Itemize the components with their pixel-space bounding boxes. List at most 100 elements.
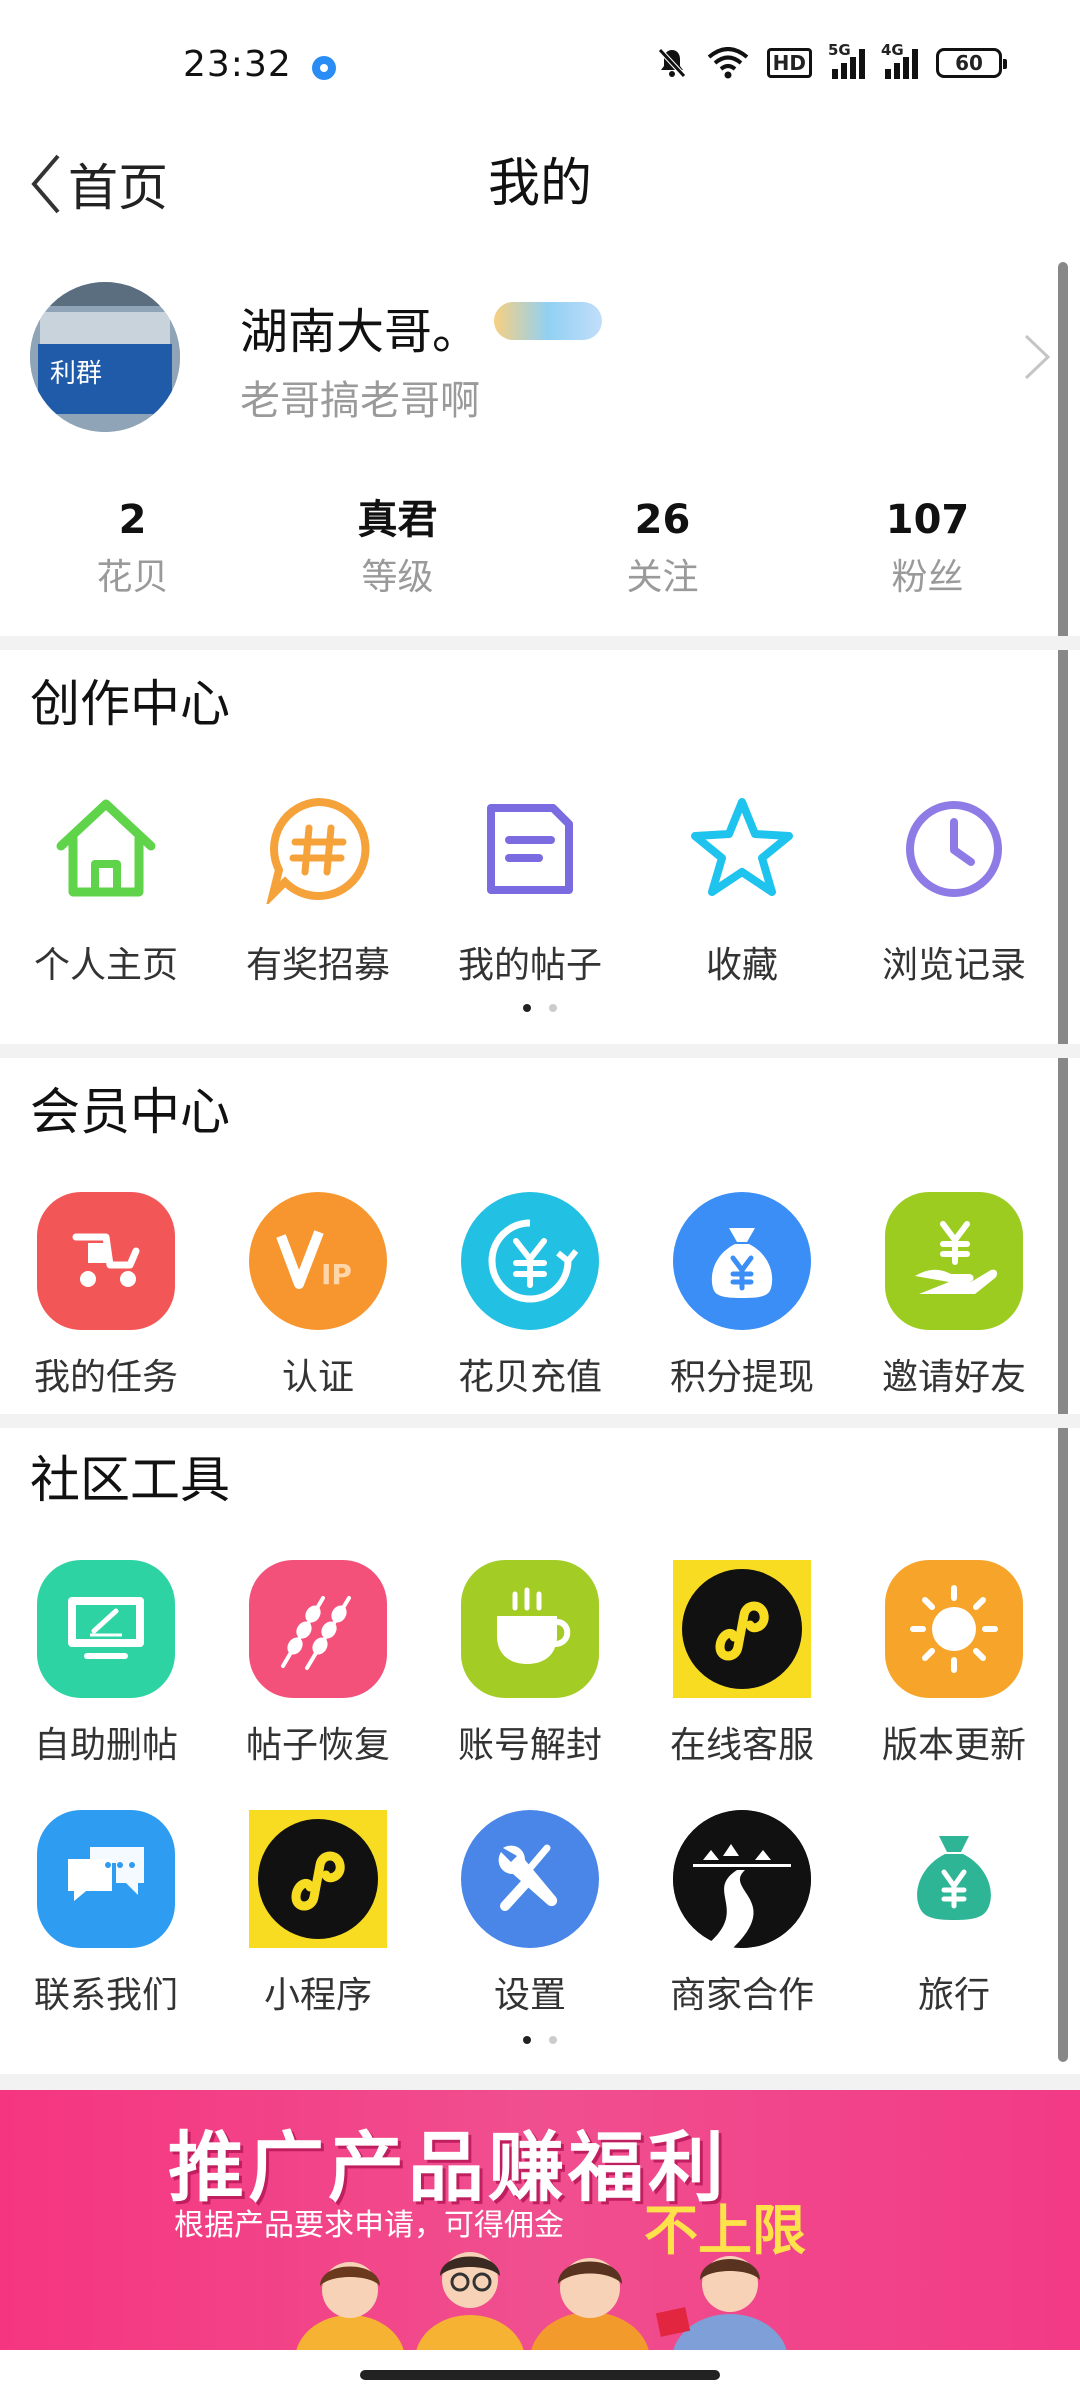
chat-icon <box>37 1810 175 1948</box>
section-divider <box>0 1414 1080 1428</box>
prize-recruit-item[interactable]: 有奖招募 <box>212 780 424 990</box>
settings-item[interactable]: 设置 <box>424 1810 636 2020</box>
invite-friends-item[interactable]: 邀请好友 <box>848 1192 1060 1402</box>
item-label: 在线客服 <box>669 1725 814 1766</box>
item-label: 我的帖子 <box>457 945 602 986</box>
mini-program-item[interactable]: 小程序 <box>212 1810 424 2020</box>
account-unban-item[interactable]: 账号解封 <box>424 1560 636 1770</box>
nav-bar: 首页 我的 <box>0 135 1080 240</box>
business-cooperation-item[interactable]: 商家合作 <box>636 1810 848 2020</box>
tools-grid-row2: 联系我们 小程序 设置 商家合作 旅行 <box>0 1810 1060 2020</box>
page-dot <box>523 2036 531 2044</box>
yuan-recharge-icon <box>461 1192 599 1330</box>
page-title: 我的 <box>487 154 592 214</box>
sun-icon <box>885 1560 1023 1698</box>
signal-5g-icon: 5G <box>828 41 865 79</box>
skewers-icon <box>249 1560 387 1698</box>
signal-4g-icon: 4G <box>881 41 918 79</box>
wrench-icon <box>461 1810 599 1948</box>
mini-program-icon <box>673 1560 811 1698</box>
item-label: 商家合作 <box>669 1975 814 2016</box>
yuan-bag-icon <box>885 1810 1023 1948</box>
stat-followers[interactable]: 107 粉丝 <box>795 490 1060 610</box>
item-label: 积分提现 <box>669 1357 814 1398</box>
page-dot <box>549 1004 557 1012</box>
notification-dot-icon <box>312 56 336 80</box>
page-dot <box>523 1004 531 1012</box>
mini-program-icon <box>249 1810 387 1948</box>
user-bio: 老哥搞老哥啊 <box>240 378 480 424</box>
section-divider <box>0 2074 1080 2090</box>
stat-label: 关注 <box>626 557 699 598</box>
item-label: 邀请好友 <box>881 1357 1026 1398</box>
travel-item[interactable]: 旅行 <box>848 1810 1060 2020</box>
version-update-item[interactable]: 版本更新 <box>848 1560 1060 1770</box>
page-dot <box>549 2036 557 2044</box>
stat-label: 花贝 <box>96 557 169 598</box>
page-indicator <box>0 1004 1080 1012</box>
vip-icon: IP <box>249 1192 387 1330</box>
username: 湖南大哥。 <box>240 304 481 360</box>
post-recover-item[interactable]: 帖子恢复 <box>212 1560 424 1770</box>
stat-following[interactable]: 26 关注 <box>530 490 795 610</box>
stat-value: 107 <box>885 497 970 543</box>
personal-homepage-item[interactable]: 个人主页 <box>0 780 212 990</box>
community-tools-title: 社区工具 <box>30 1451 230 1509</box>
points-withdraw-item[interactable]: 积分提现 <box>636 1192 848 1402</box>
browse-history-item[interactable]: 浏览记录 <box>848 780 1060 990</box>
task-icon <box>37 1192 175 1330</box>
stats-row: 2 花贝 真君 等级 26 关注 107 粉丝 <box>0 490 1060 610</box>
home-indicator[interactable] <box>360 2370 720 2380</box>
favorites-item[interactable]: 收藏 <box>636 780 848 990</box>
item-label: 旅行 <box>917 1975 990 2016</box>
people-illustration-icon <box>296 2252 787 2350</box>
document-icon <box>461 780 599 918</box>
user-level-badge-icon <box>494 302 602 340</box>
profile-card[interactable]: 利群 湖南大哥。 老哥搞老哥啊 <box>0 270 1060 445</box>
page-indicator <box>0 2036 1080 2044</box>
creation-center-title: 创作中心 <box>30 675 230 733</box>
item-label: 版本更新 <box>881 1725 1026 1766</box>
item-label: 联系我们 <box>33 1975 178 2016</box>
banner-subtitle: 根据产品要求申请，可得佣金 <box>174 2208 564 2243</box>
clock-icon <box>885 780 1023 918</box>
promo-banner[interactable]: 推广产品赚福利 根据产品要求申请，可得佣金 不上限 <box>0 2090 1080 2350</box>
item-label: 浏览记录 <box>881 945 1026 986</box>
mute-bell-icon <box>655 46 689 80</box>
item-label: 认证 <box>281 1357 354 1398</box>
item-label: 有奖招募 <box>245 945 390 986</box>
cup-icon <box>461 1560 599 1698</box>
tools-grid-row1: 自助删帖 帖子恢复 账号解封 在线客服 版本更新 <box>0 1560 1060 1770</box>
my-tasks-item[interactable]: 我的任务 <box>0 1192 212 1402</box>
section-divider <box>0 1044 1080 1058</box>
contact-us-item[interactable]: 联系我们 <box>0 1810 212 2020</box>
home-icon <box>37 780 175 918</box>
self-delete-post-item[interactable]: 自助删帖 <box>0 1560 212 1770</box>
monitor-pen-icon <box>37 1560 175 1698</box>
hashtag-icon <box>249 780 387 918</box>
avatar[interactable]: 利群 <box>30 282 180 432</box>
stat-value: 26 <box>634 497 691 543</box>
verification-item[interactable]: IP 认证 <box>212 1192 424 1402</box>
svg-text:IP: IP <box>321 1258 352 1291</box>
my-posts-item[interactable]: 我的帖子 <box>424 780 636 990</box>
chevron-right-icon <box>1024 334 1051 380</box>
huabei-recharge-item[interactable]: 花贝充值 <box>424 1192 636 1402</box>
item-label: 小程序 <box>263 1975 372 2016</box>
online-service-item[interactable]: 在线客服 <box>636 1560 848 1770</box>
item-label: 自助删帖 <box>33 1725 178 1766</box>
battery-icon: 60 <box>936 48 1007 78</box>
stat-level[interactable]: 真君 等级 <box>265 490 530 610</box>
item-label: 设置 <box>493 1975 566 2016</box>
money-bag-icon <box>673 1192 811 1330</box>
stat-huabei[interactable]: 2 花贝 <box>0 490 265 610</box>
hd-badge: HD <box>766 48 812 78</box>
wifi-icon <box>707 47 749 79</box>
stat-value: 真君 <box>357 497 438 543</box>
status-bar: 23:32 HD 5G 4G 60 <box>0 0 1080 135</box>
star-icon <box>673 780 811 918</box>
stat-label: 粉丝 <box>891 557 964 598</box>
creation-grid: 个人主页 有奖招募 我的帖子 收藏 浏览记录 <box>0 780 1060 990</box>
hand-yuan-icon <box>885 1192 1023 1330</box>
item-label: 账号解封 <box>457 1725 602 1766</box>
